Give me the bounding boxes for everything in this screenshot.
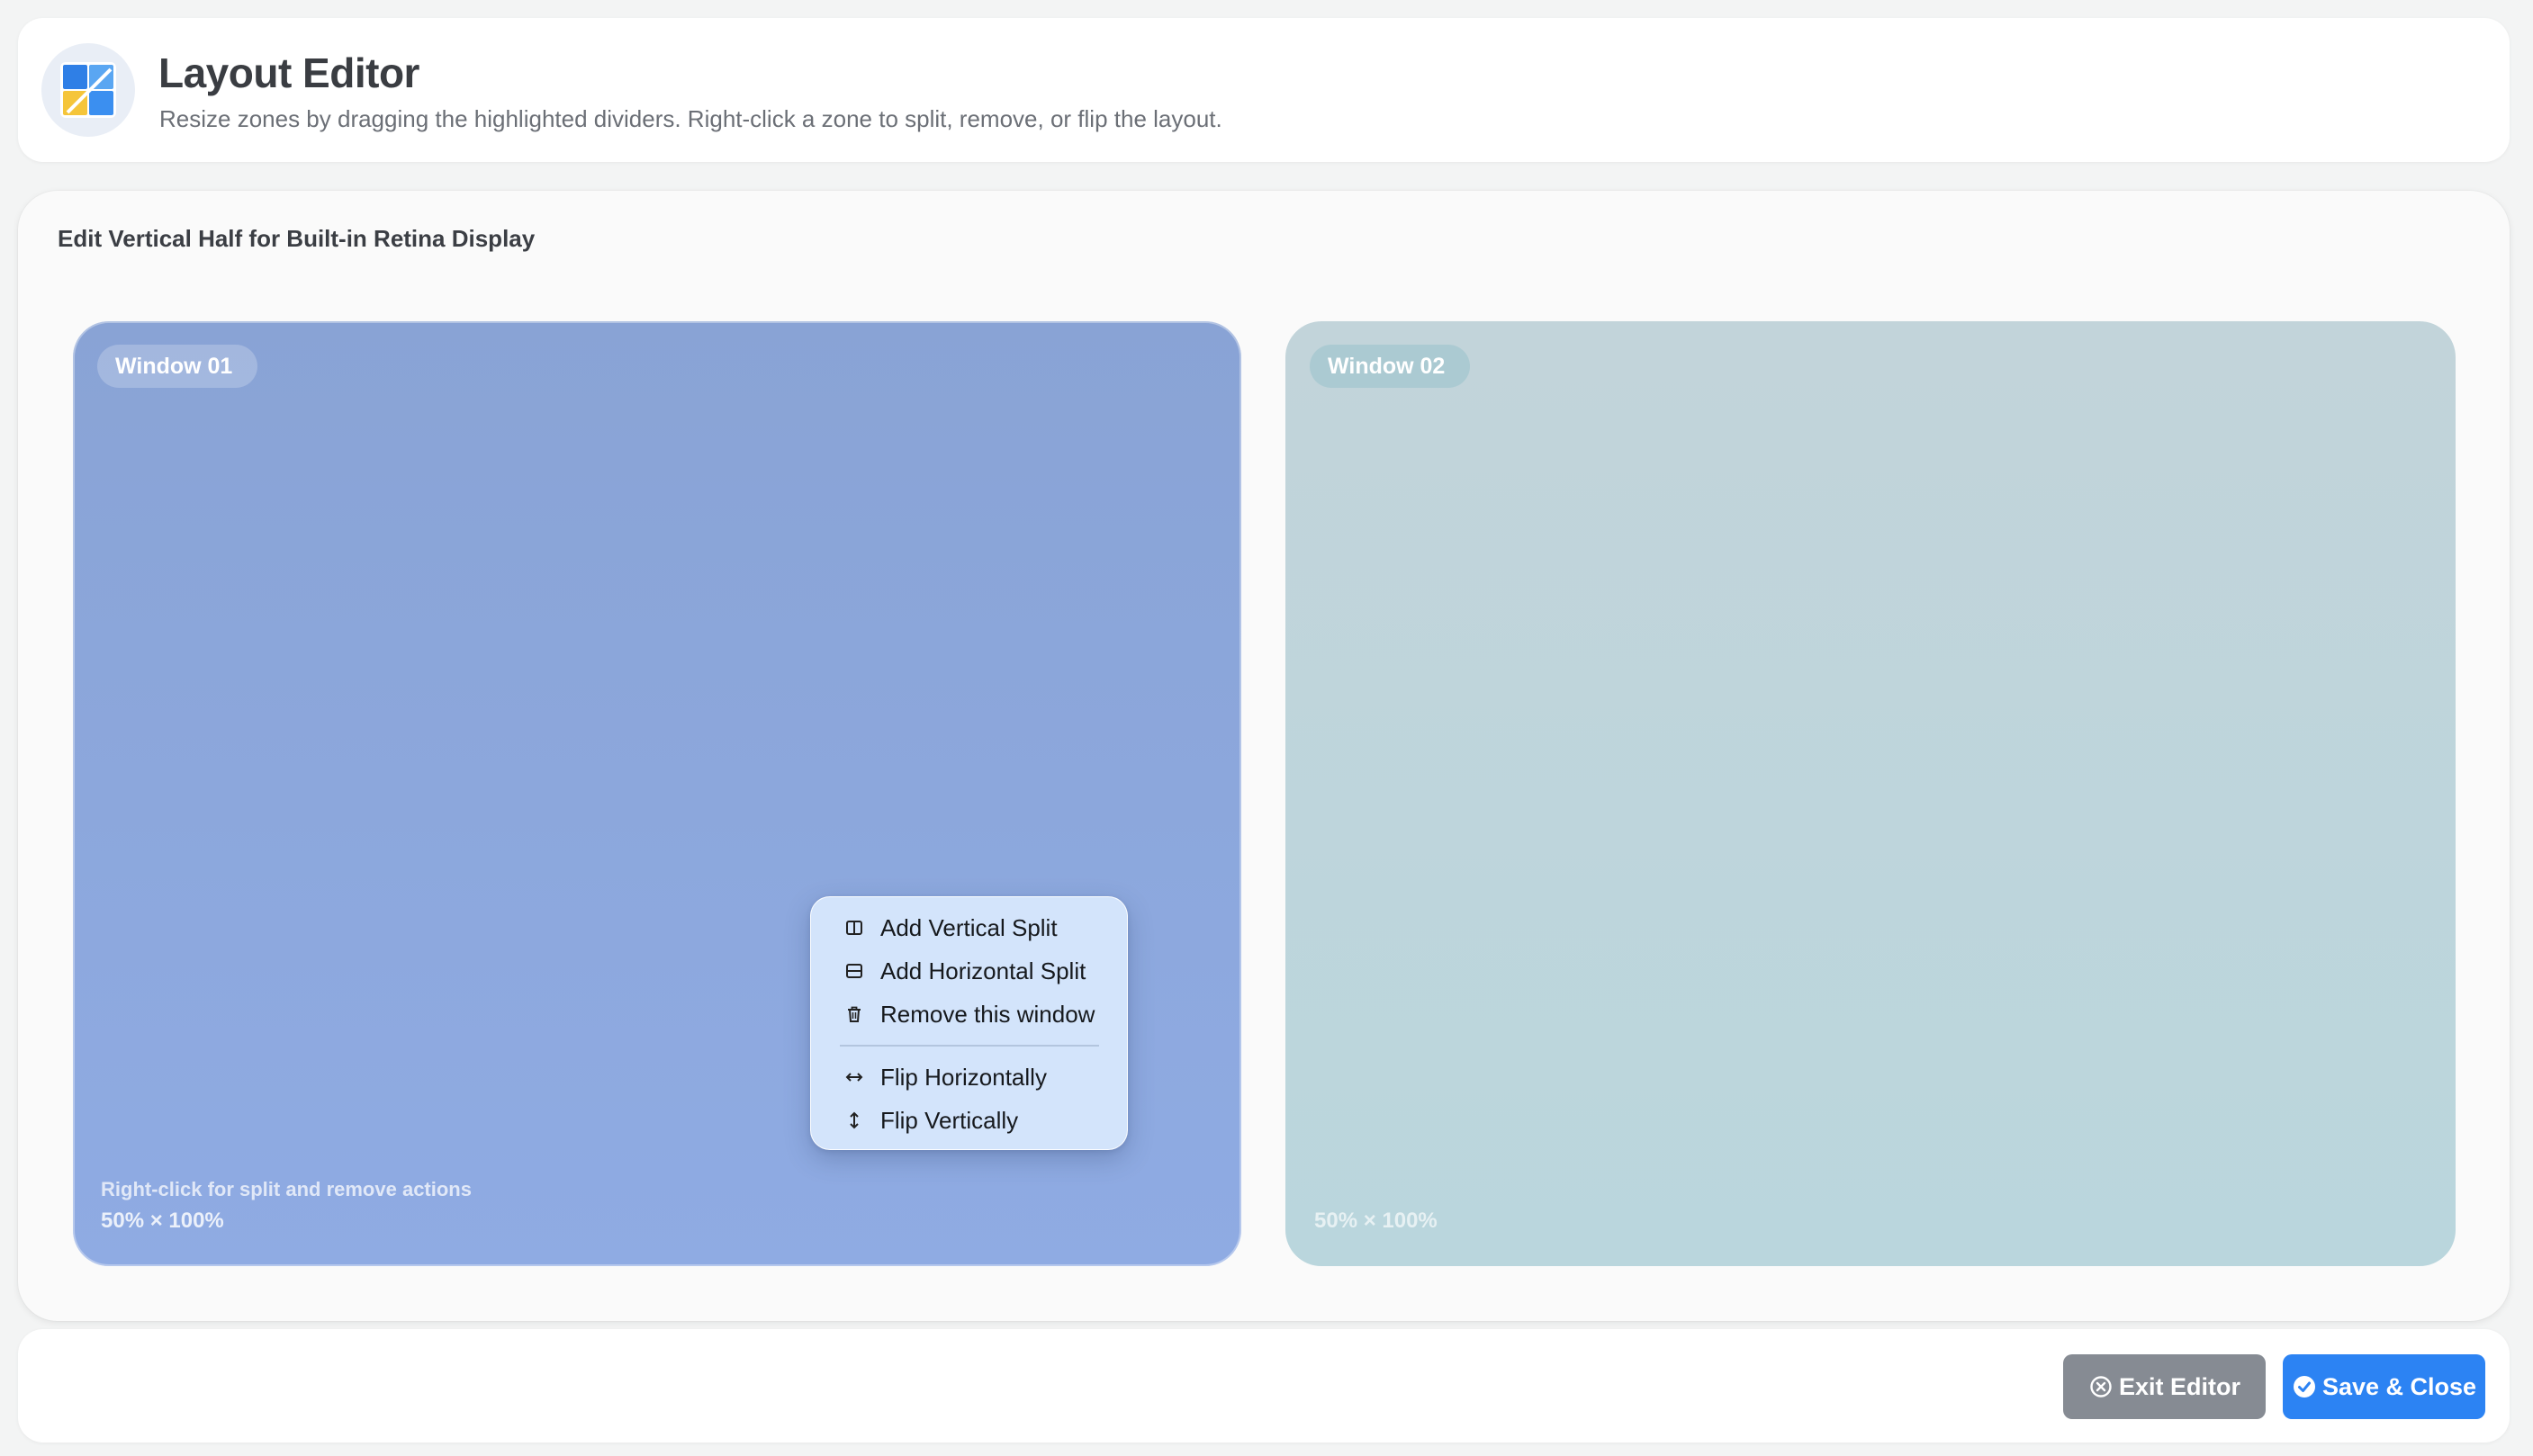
save-and-close-button[interactable]: Save & Close bbox=[2283, 1354, 2485, 1419]
menu-item-add-horizontal-split[interactable]: Add Horizontal Split bbox=[811, 951, 1127, 991]
vertical-split-icon bbox=[843, 917, 865, 939]
flip-vertical-icon bbox=[843, 1110, 865, 1131]
zone-label: Window 01 bbox=[97, 345, 258, 388]
zone-size: 50% × 100% bbox=[1314, 1209, 1438, 1233]
exit-editor-button[interactable]: Exit Editor bbox=[2063, 1354, 2266, 1419]
save-and-close-label: Save & Close bbox=[2321, 1372, 2477, 1400]
trash-icon bbox=[843, 1003, 865, 1025]
menu-item-label: Flip Vertically bbox=[880, 1106, 1019, 1134]
menu-item-add-vertical-split[interactable]: Add Vertical Split bbox=[811, 908, 1127, 948]
layout-editor-panel: Edit Vertical Half for Built-in Retina D… bbox=[18, 191, 2510, 1321]
close-circle-icon bbox=[2088, 1374, 2114, 1399]
header-bar: Layout Editor Resize zones by dragging t… bbox=[18, 18, 2510, 162]
menu-item-flip-horizontally[interactable]: Flip Horizontally bbox=[811, 1057, 1127, 1097]
check-circle-icon bbox=[2292, 1374, 2317, 1399]
menu-item-flip-vertically[interactable]: Flip Vertically bbox=[811, 1101, 1127, 1140]
page-title: Layout Editor bbox=[158, 49, 419, 96]
footer-bar: Exit Editor Save & Close bbox=[18, 1329, 2510, 1443]
zone-label: Window 02 bbox=[1310, 345, 1471, 388]
menu-item-label: Add Vertical Split bbox=[880, 913, 1058, 941]
zone-window-02[interactable]: Window 02 50% × 100% bbox=[1285, 321, 2456, 1266]
menu-separator bbox=[840, 1045, 1099, 1047]
menu-item-label: Remove this window bbox=[880, 1000, 1095, 1028]
flip-horizontal-icon bbox=[843, 1066, 865, 1088]
menu-item-label: Add Horizontal Split bbox=[880, 957, 1086, 984]
zone-context-menu: Add Vertical Split Add Horizontal Split … bbox=[810, 896, 1128, 1150]
editor-title: Edit Vertical Half for Built-in Retina D… bbox=[58, 225, 536, 252]
zone-size: 50% × 100% bbox=[101, 1209, 224, 1233]
menu-item-label: Flip Horizontally bbox=[880, 1063, 1047, 1091]
exit-editor-label: Exit Editor bbox=[2118, 1372, 2240, 1400]
menu-item-remove-window[interactable]: Remove this window bbox=[811, 994, 1127, 1034]
page-subtitle: Resize zones by dragging the highlighted… bbox=[159, 105, 1222, 132]
zone-hint: Right-click for split and remove actions bbox=[101, 1178, 472, 1200]
layout-app-icon bbox=[41, 43, 135, 137]
horizontal-split-icon bbox=[843, 960, 865, 982]
